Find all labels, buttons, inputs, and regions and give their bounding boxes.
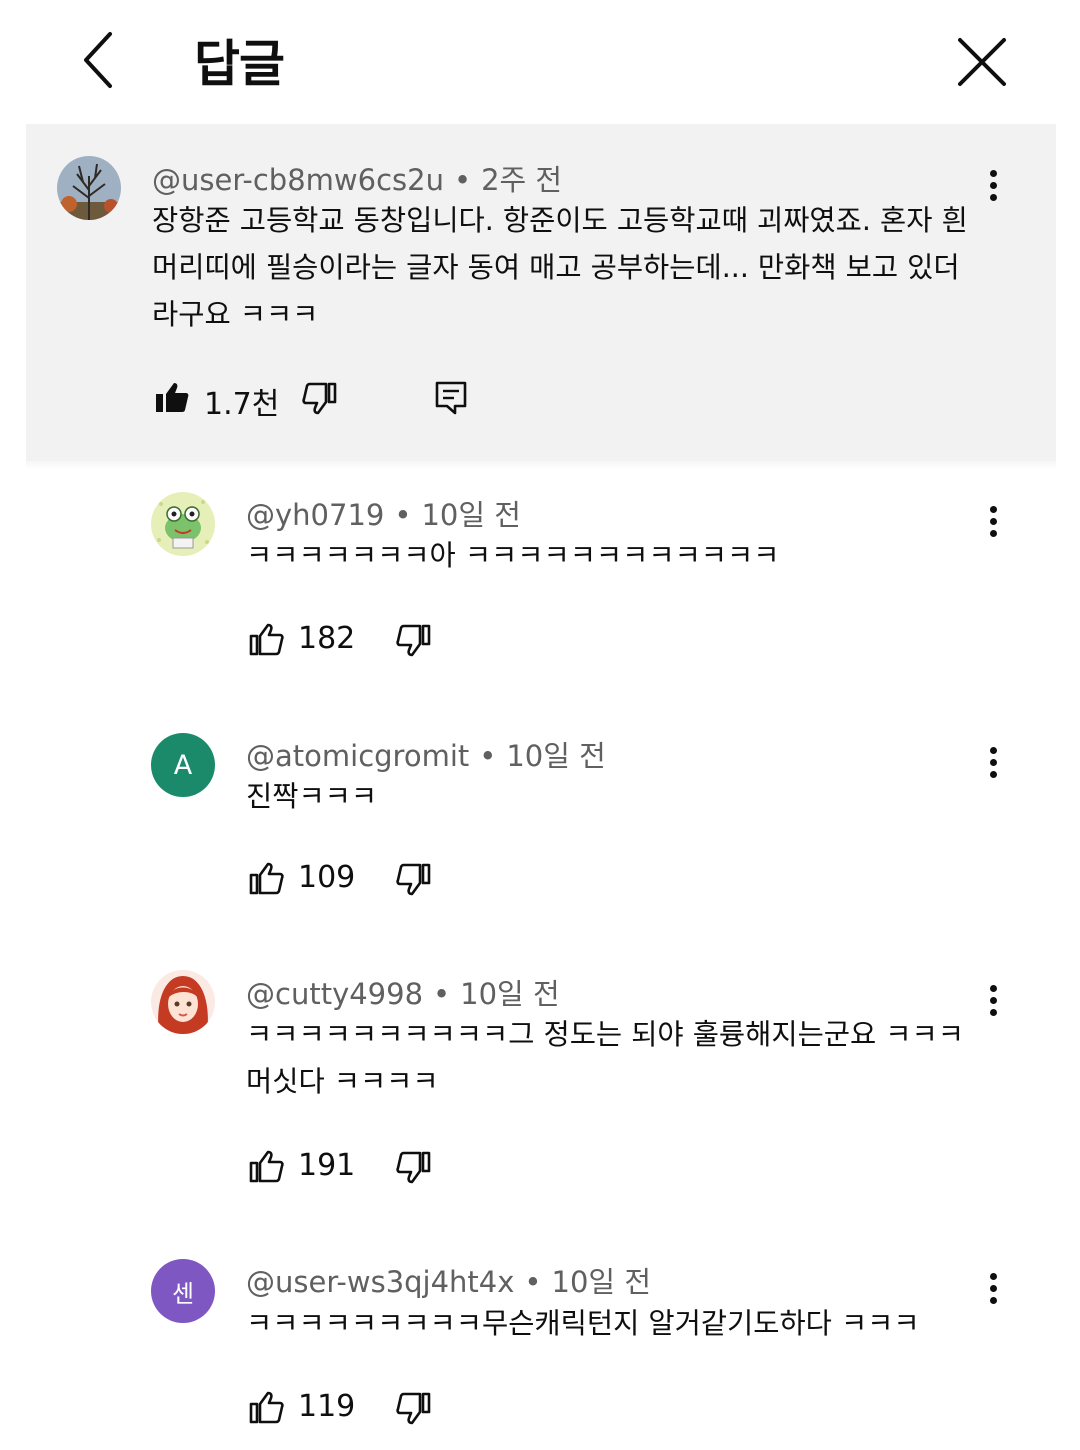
comment-text: 진짝ㅋㅋㅋ <box>246 780 378 813</box>
comment-time: 10일 전 <box>460 977 560 1011</box>
comment-reply-icon <box>435 381 467 415</box>
more-options-button[interactable] <box>981 985 1005 1025</box>
more-options-button[interactable] <box>981 506 1005 546</box>
frog-character-icon <box>151 492 215 556</box>
avatar[interactable]: 센 <box>151 1259 215 1323</box>
thumbs-up-icon <box>249 1150 284 1183</box>
more-options-button[interactable] <box>981 747 1005 787</box>
like-button[interactable] <box>154 379 190 415</box>
tree-photo-icon <box>57 156 121 220</box>
more-options-button[interactable] <box>981 1273 1005 1313</box>
comment-meta: @atomicgromit • 10일 전 <box>246 739 606 773</box>
like-count: 109 <box>298 860 356 895</box>
thumbs-down-icon <box>396 863 431 896</box>
comment-time: 10일 전 <box>421 498 521 532</box>
reply-button[interactable] <box>434 380 468 416</box>
comment-meta: @yh0719 • 10일 전 <box>246 498 521 532</box>
comment-meta: @cutty4998 • 10일 전 <box>246 977 560 1011</box>
thumbs-up-filled-icon <box>156 383 189 412</box>
thumbs-up-icon <box>249 1391 284 1424</box>
like-count: 191 <box>298 1148 356 1183</box>
chevron-left-icon <box>84 32 112 88</box>
more-options-button[interactable] <box>981 170 1005 210</box>
avatar[interactable] <box>57 156 121 220</box>
thumbs-down-icon <box>396 1151 431 1184</box>
thumbs-down-icon <box>302 382 337 415</box>
author-name[interactable]: @yh0719 <box>246 498 384 532</box>
avatar-letter: A <box>173 749 193 781</box>
dislike-button[interactable] <box>396 862 432 898</box>
red-hair-girl-icon <box>151 970 215 1034</box>
author-name[interactable]: @cutty4998 <box>246 977 423 1011</box>
thumbs-up-icon <box>249 862 284 895</box>
comment-text: ㅋㅋㅋㅋㅋㅋㅋㅋㅋ무슨캐릭턴지 알거같기도하다 ㅋㅋㅋ <box>246 1307 920 1340</box>
parent-divider <box>26 461 1056 469</box>
dislike-button[interactable] <box>396 623 432 659</box>
avatar[interactable] <box>151 970 215 1034</box>
author-name[interactable]: @user-ws3qj4ht4x <box>246 1265 514 1299</box>
comment-time: 10일 전 <box>551 1265 652 1299</box>
dislike-button[interactable] <box>396 1391 432 1427</box>
like-count: 119 <box>298 1389 356 1424</box>
thumbs-up-icon <box>249 623 284 656</box>
page-title: 답글 <box>194 35 285 93</box>
like-button[interactable] <box>248 1389 284 1425</box>
avatar[interactable] <box>151 492 215 556</box>
top-bar: 답글 <box>0 0 1080 124</box>
like-count: 1.7천 <box>204 387 280 422</box>
like-button[interactable] <box>248 621 284 657</box>
author-name[interactable]: @atomicgromit <box>246 739 469 773</box>
comment-time: 10일 전 <box>506 739 606 773</box>
comment-text: 장항준 고등학교 동창입니다. 항준이도 고등학교때 괴짜였죠. 혼자 흰 머리… <box>152 204 968 331</box>
like-button[interactable] <box>248 860 284 896</box>
like-button[interactable] <box>248 1148 284 1184</box>
comment-text: ㅋㅋㅋㅋㅋㅋㅋ아 ㅋㅋㅋㅋㅋㅋㅋㅋㅋㅋㅋㅋ <box>246 539 780 572</box>
comment-meta: @user-ws3qj4ht4x • 10일 전 <box>246 1265 652 1299</box>
comment-time: 2주 전 <box>481 163 563 197</box>
close-icon <box>958 38 1006 86</box>
thumbs-down-icon <box>396 1392 431 1425</box>
dislike-button[interactable] <box>302 381 338 417</box>
thumbs-down-icon <box>396 624 431 657</box>
close-button[interactable] <box>950 30 1014 94</box>
avatar-letter: 센 <box>171 1279 195 1308</box>
dislike-button[interactable] <box>396 1150 432 1186</box>
avatar[interactable]: A <box>151 733 215 797</box>
like-count: 182 <box>298 621 356 656</box>
back-button[interactable] <box>70 24 130 96</box>
comment-text: ㅋㅋㅋㅋㅋㅋㅋㅋㅋㅋ그 정도는 되야 훌륭해지는군요 ㅋㅋㅋ 머싯다 ㅋㅋㅋㅋ <box>246 1018 964 1098</box>
author-name[interactable]: @user-cb8mw6cs2u <box>152 163 444 197</box>
comment-meta: @user-cb8mw6cs2u • 2주 전 <box>152 163 563 197</box>
